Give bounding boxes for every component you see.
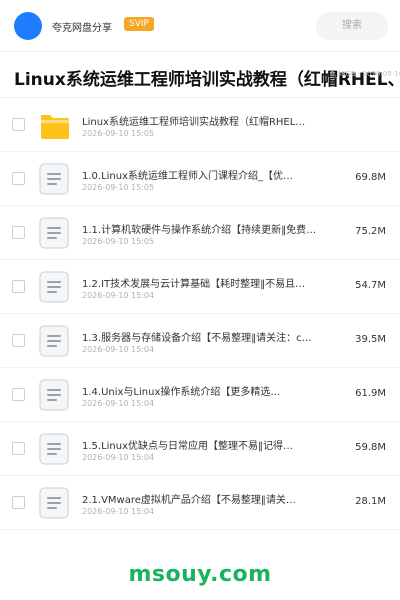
folder-icon — [39, 109, 69, 141]
file-name[interactable]: 1.0.Linux系统运维工程师入门课程介绍_【优… — [82, 167, 344, 182]
select-checkbox[interactable] — [12, 388, 25, 401]
select-checkbox[interactable] — [12, 442, 25, 455]
list-item[interactable]: 1.5.Linux优缺点与日常应用【整理不易‖记得… 2026-09-10 15:… — [0, 422, 400, 476]
sharer-name: 夸克网盘分享 — [52, 23, 112, 34]
list-item[interactable]: Linux系统运维工程师培训实战教程（红帽RHEL… 2026-09-10 15:… — [0, 98, 400, 152]
document-icon — [39, 487, 69, 519]
document-icon — [39, 433, 69, 465]
list-item[interactable]: 1.3.服务器与存储设备介绍【不易整理‖请关注：c… 2026-09-10 15:… — [0, 314, 400, 368]
avatar[interactable] — [14, 12, 42, 40]
list-item[interactable]: 2.1.VMware虚拟机产品介绍【不易整理‖请关… 2026-09-10 15:… — [0, 476, 400, 530]
file-name[interactable]: Linux系统运维工程师培训实战教程（红帽RHEL… — [82, 113, 344, 128]
file-size: 59.8M — [355, 442, 386, 453]
file-date: 2026-09-10 15:05 — [82, 237, 155, 246]
file-name[interactable]: 2.1.VMware虚拟机产品介绍【不易整理‖请关… — [82, 491, 344, 506]
file-size: 39.5M — [355, 334, 386, 345]
file-name[interactable]: 1.4.Unix与Linux操作系统介绍【更多精选… — [82, 383, 344, 398]
list-item[interactable]: 1.0.Linux系统运维工程师入门课程介绍_【优… 2026-09-10 15:… — [0, 152, 400, 206]
file-date: 2026-09-10 15:05 — [82, 129, 155, 138]
list-item[interactable]: 1.4.Unix与Linux操作系统介绍【更多精选… 2026-09-10 15:… — [0, 368, 400, 422]
select-checkbox[interactable] — [12, 172, 25, 185]
select-checkbox[interactable] — [12, 118, 25, 131]
document-icon — [39, 163, 69, 195]
file-date: 2026-09-10 15:05 — [82, 183, 155, 192]
file-size: 61.9M — [355, 388, 386, 399]
select-checkbox[interactable] — [12, 226, 25, 239]
file-size: 75.2M — [355, 226, 386, 237]
select-checkbox[interactable] — [12, 496, 25, 509]
svip-badge: SVIP — [124, 17, 154, 31]
file-date: 2026-09-10 15:04 — [82, 453, 155, 462]
top-bar: 夸克网盘分享 SVIP 搜索 — [0, 0, 400, 52]
share-title-bar: Linux系统运维工程师培训实战教程（红帽RHEL、CentOS 6.68GB … — [0, 52, 400, 98]
document-icon — [39, 217, 69, 249]
list-item[interactable]: 1.2.IT技术发展与云计算基础【耗时整理‖不易且… 2026-09-10 15:… — [0, 260, 400, 314]
file-name[interactable]: 1.1.计算机软硬件与操作系统介绍【持续更新‖免费… — [82, 221, 344, 236]
document-icon — [39, 379, 69, 411]
file-name[interactable]: 1.5.Linux优缺点与日常应用【整理不易‖记得… — [82, 437, 344, 452]
list-item[interactable]: 1.1.计算机软硬件与操作系统介绍【持续更新‖免费… 2026-09-10 15:… — [0, 206, 400, 260]
share-meta: 6.68GB · 2026-09-10 — [330, 70, 400, 78]
search-input[interactable]: 搜索 — [316, 12, 388, 40]
file-date: 2026-09-10 15:04 — [82, 291, 155, 300]
file-size: 54.7M — [355, 280, 386, 291]
watermark: msouy.com — [128, 562, 272, 587]
file-name[interactable]: 1.2.IT技术发展与云计算基础【耗时整理‖不易且… — [82, 275, 344, 290]
file-list: Linux系统运维工程师培训实战教程（红帽RHEL… 2026-09-10 15:… — [0, 98, 400, 530]
document-icon — [39, 271, 69, 303]
file-date: 2026-09-10 15:04 — [82, 399, 155, 408]
document-icon — [39, 325, 69, 357]
file-size: 69.8M — [355, 172, 386, 183]
file-name[interactable]: 1.3.服务器与存储设备介绍【不易整理‖请关注：c… — [82, 329, 344, 344]
file-size: 28.1M — [355, 496, 386, 507]
file-date: 2026-09-10 15:04 — [82, 345, 155, 354]
select-checkbox[interactable] — [12, 280, 25, 293]
select-checkbox[interactable] — [12, 334, 25, 347]
file-date: 2026-09-10 15:04 — [82, 507, 155, 516]
